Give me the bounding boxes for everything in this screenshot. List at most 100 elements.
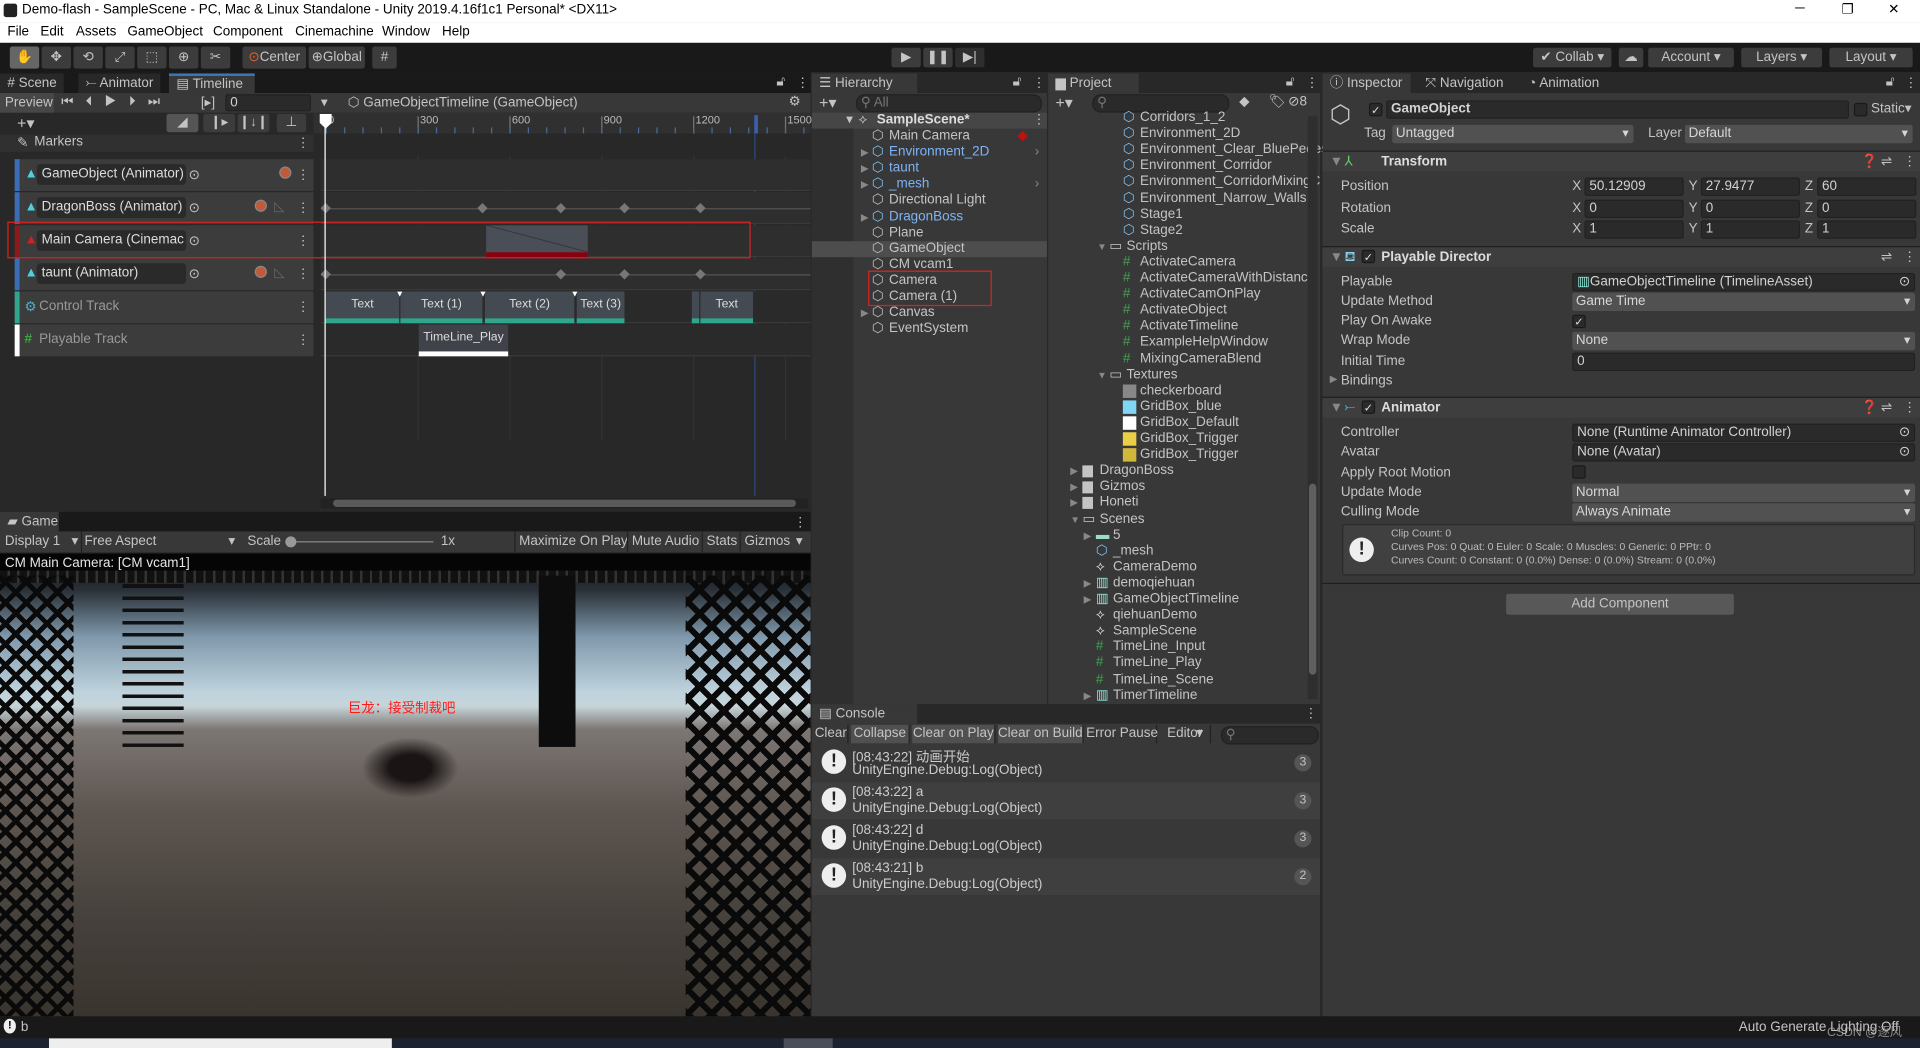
gizmos-toggle[interactable]: Gizmos [739, 531, 794, 553]
project-item[interactable]: ⬡ Environment_Clear_BluePedes [1048, 142, 1328, 158]
record-button[interactable] [254, 265, 267, 278]
project-item[interactable]: ⬡ Stage1 [1048, 206, 1305, 222]
project-item[interactable]: # TimeLine_Input [1048, 640, 1305, 656]
rotation-y-field[interactable]: 0 [1700, 199, 1801, 218]
hierarchy-item[interactable]: ⬡ Directional Light [812, 193, 1047, 209]
hidden-packages-button[interactable]: ⊘8 [1288, 93, 1307, 109]
active-checkbox[interactable]: ✓ [1368, 102, 1383, 117]
playhead-handle[interactable] [319, 113, 332, 129]
layers-dropdown[interactable]: Layers ▾ [1741, 47, 1823, 68]
console-clear-button[interactable]: Clear [814, 724, 849, 744]
console-entry[interactable]: ! [08:43:22] 动画开始 UnityEngine.Debug:Log(Ob… [811, 744, 1321, 782]
layout-dropdown[interactable]: Layout ▾ [1829, 47, 1913, 68]
hierarchy-item[interactable]: ⬡ Plane [812, 225, 1047, 241]
project-item[interactable]: # ExampleHelpWindow [1048, 335, 1305, 351]
object-picker-icon[interactable]: ⊙ [1899, 274, 1910, 290]
control-clip[interactable] [691, 291, 700, 324]
maximize-button[interactable]: ❐ [1842, 1, 1854, 17]
add-component-button[interactable]: Add Component [1506, 593, 1734, 615]
tab-inspector[interactable]: ⓘ Inspector [1322, 73, 1411, 94]
scrollbar-thumb[interactable] [333, 499, 796, 507]
transform-header[interactable]: ▼ ⅄ Transform ❓ ⇌ ⋮ [1322, 151, 1920, 172]
lock-icon[interactable]: 🔓︎ [1286, 75, 1295, 91]
project-item[interactable]: # ActivateTimeline [1048, 319, 1305, 335]
console-search-input[interactable]: ⚲ [1220, 726, 1319, 745]
foldout-arrow-icon[interactable]: ▼ [1330, 398, 1343, 418]
rotation-x-field[interactable]: 0 [1584, 199, 1684, 218]
help-icon[interactable]: ❓ [1861, 398, 1878, 418]
project-item[interactable]: # TimeLine_Scene [1048, 672, 1305, 688]
open-prefab-arrow-icon[interactable]: › [1035, 177, 1039, 193]
more-options-icon[interactable]: ⋮ [1032, 75, 1045, 91]
static-checkbox[interactable] [1853, 102, 1868, 117]
scene-header[interactable]: ▾ ⟡ SampleScene* ⋮ [811, 112, 1047, 129]
track-binding-field[interactable]: GameObject (Animator) [36, 164, 187, 185]
lock-icon[interactable]: 🔓︎ [1886, 75, 1895, 91]
record-button[interactable] [279, 166, 292, 179]
expand-arrow-icon[interactable]: ▼ [1070, 511, 1080, 527]
track-binding-field[interactable]: taunt (Animator) [36, 263, 187, 285]
control-clip[interactable]: Text (1) [400, 291, 483, 324]
project-item[interactable]: # ActivateCamera [1048, 255, 1305, 271]
play-on-awake-checkbox[interactable]: ✓ [1572, 314, 1586, 329]
presets-icon[interactable]: ⇌ [1881, 247, 1892, 267]
hierarchy-item[interactable]: ⬡ EventSystem [812, 321, 1047, 337]
project-item[interactable]: ▼ ▭ Textures [1048, 367, 1305, 383]
project-item[interactable]: ⟡ SampleScene [1048, 623, 1305, 639]
expand-arrow-icon[interactable]: ▶ [861, 161, 869, 177]
project-item[interactable]: # TimeLine_Play [1048, 656, 1305, 672]
aspect-dropdown[interactable]: Free Aspect ▾ [80, 531, 240, 553]
animator-header[interactable]: ▼ ⤚ ✓ Animator ❓ ⇌ ⋮ [1322, 397, 1920, 418]
track-menu-icon[interactable]: ⋮ [296, 200, 309, 216]
minimize-button[interactable]: ─ [1795, 1, 1805, 16]
tab-game[interactable]: ▰ Game [0, 511, 59, 532]
project-item[interactable]: checkerboard [1048, 383, 1305, 399]
control-clip[interactable]: Text (3) [576, 291, 625, 324]
initial-time-field[interactable]: 0 [1572, 352, 1916, 372]
hierarchy-item[interactable]: ▶ ⬡ DragonBoss [812, 209, 1047, 225]
foldout-arrow-icon[interactable]: ▶ [1330, 373, 1338, 384]
game-viewport[interactable]: CM Main Camera: [CM vcam1] 巨龙：接受制裁吧 [0, 553, 811, 1017]
track-animator[interactable]: ▲ GameObject (Animator) ⊙ ⋮ [14, 159, 314, 192]
more-options-icon[interactable]: ⋮ [1904, 75, 1917, 91]
hierarchy-item[interactable]: ▶ ⬡ taunt [812, 161, 1047, 177]
tab-console[interactable]: ▤ Console [811, 704, 918, 724]
scale-z-field[interactable]: 1 [1817, 220, 1917, 239]
console-entry[interactable]: ! [08:43:21] b UnityEngine.Debug:Log(Objec… [811, 858, 1321, 896]
project-item[interactable]: ⬡ _mesh [1048, 543, 1305, 559]
hierarchy-item[interactable]: ⬡ GameObject [811, 240, 1047, 257]
project-item[interactable]: ⬡ Corridors_1_2 [1048, 110, 1305, 126]
project-item[interactable]: ⬡ Stage2 [1048, 222, 1305, 238]
scrollbar-thumb[interactable] [1308, 483, 1317, 675]
expand-arrow-icon[interactable]: ▶ [1084, 527, 1092, 543]
project-item[interactable]: # ActivateCamOnPlay [1048, 287, 1305, 303]
filter-type-icon[interactable]: ◆ [1239, 93, 1249, 109]
tab-hierarchy[interactable]: ☰ Hierarchy [811, 73, 918, 94]
close-button[interactable]: ✕ [1888, 1, 1899, 17]
expand-arrow-icon[interactable]: ▶ [1070, 479, 1078, 495]
rotate-tool-button[interactable]: ⟲ [73, 46, 103, 69]
project-item[interactable]: ▶ ▆ Gizmos [1048, 479, 1305, 495]
expand-arrow-icon[interactable]: ▶ [1070, 495, 1078, 511]
help-icon[interactable]: ❓ [1861, 152, 1878, 172]
project-item[interactable]: GridBox_Trigger [1048, 431, 1305, 447]
track-menu-icon[interactable]: ⋮ [296, 266, 309, 282]
menu-gameobject[interactable]: GameObject [127, 24, 203, 39]
project-item[interactable]: ▶ ▆ DragonBoss [1048, 463, 1305, 479]
scale-tool-button[interactable]: ⤢ [105, 46, 135, 69]
object-picker-icon[interactable]: ⊙ [189, 200, 200, 216]
expand-arrow-icon[interactable]: ▶ [1084, 591, 1092, 607]
component-menu-icon[interactable]: ⋮ [1903, 398, 1916, 418]
project-item[interactable]: GridBox_blue [1048, 399, 1305, 415]
expand-arrow-icon[interactable]: ▼ [1097, 239, 1107, 255]
horizontal-scrollbar[interactable] [320, 498, 809, 509]
more-options-icon[interactable]: ⋮ [793, 514, 806, 531]
track-animator[interactable]: ▲ taunt (Animator) ⊙ ◺ ⋮ [14, 258, 314, 291]
filter-label-icon[interactable]: 🏷︎ [1269, 93, 1286, 109]
culling-mode-dropdown[interactable]: Always Animate [1572, 503, 1916, 522]
track-menu-icon[interactable]: ⋮ [296, 167, 309, 183]
project-item[interactable]: GridBox_Trigger [1048, 447, 1305, 463]
position-x-field[interactable]: 50.12909 [1584, 177, 1684, 196]
foldout-arrow-icon[interactable]: ▼ [1330, 247, 1343, 267]
update-method-dropdown[interactable]: Game Time [1572, 292, 1916, 312]
